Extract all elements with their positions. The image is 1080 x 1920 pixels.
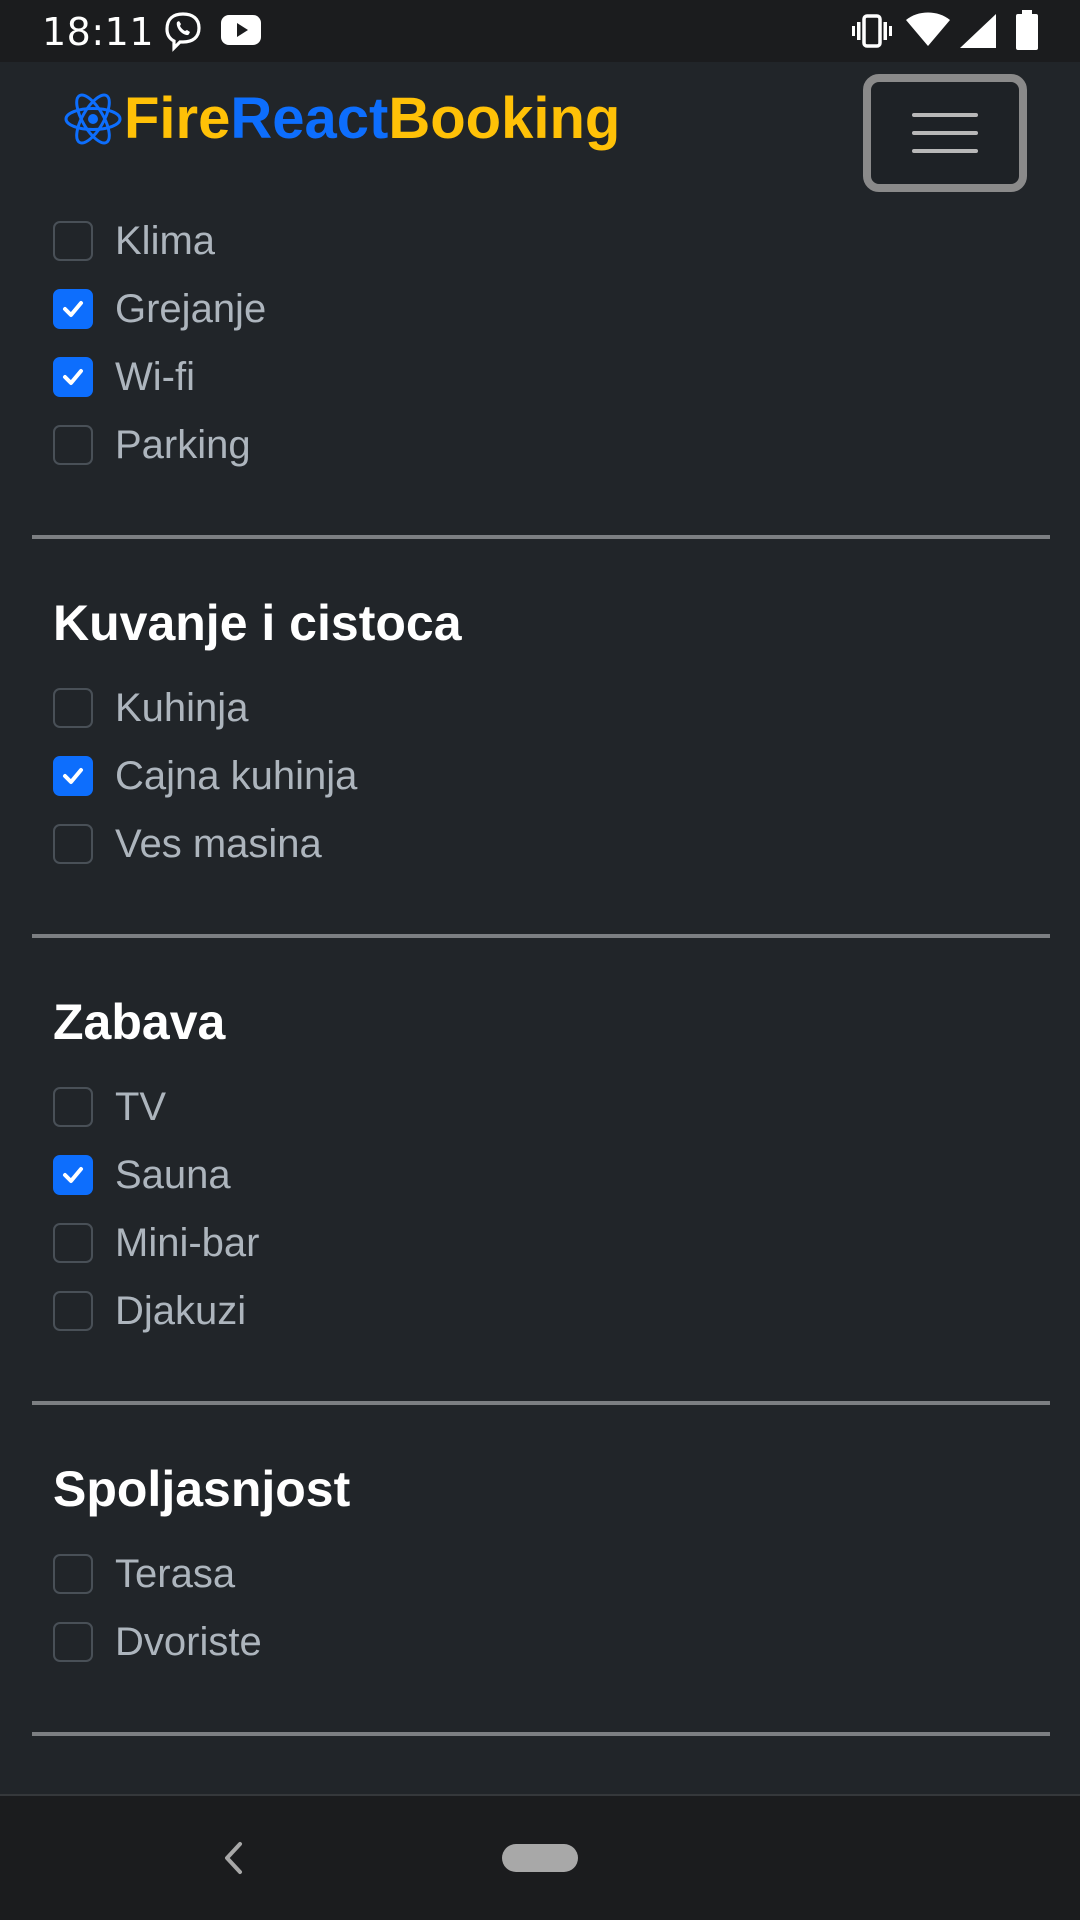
- app-header: FireReactBooking: [0, 62, 1080, 202]
- checkbox-label: Klima: [115, 218, 216, 263]
- section-divider: [32, 934, 1050, 938]
- checkbox-item-tv[interactable]: TV: [53, 1085, 166, 1129]
- checkbox-item-sauna[interactable]: Sauna: [53, 1153, 231, 1197]
- section-divider: [32, 1401, 1050, 1405]
- checkbox-label: Djakuzi: [115, 1288, 247, 1333]
- checkbox[interactable]: [53, 1087, 93, 1127]
- checkbox-item-klima[interactable]: Klima: [53, 219, 215, 263]
- checkbox-label: Ves masina: [115, 821, 322, 866]
- battery-icon: [1016, 10, 1038, 50]
- checkbox[interactable]: [53, 1223, 93, 1263]
- hamburger-menu-icon-bar: [912, 113, 978, 117]
- checkbox[interactable]: [53, 289, 93, 329]
- youtube-icon: [221, 15, 261, 45]
- checkbox[interactable]: [53, 425, 93, 465]
- signal-icon: [960, 14, 996, 48]
- checkbox[interactable]: [53, 357, 93, 397]
- viber-icon: [165, 12, 201, 52]
- checkbox-item-kuhinja[interactable]: Kuhinja: [53, 686, 248, 730]
- checkbox-item-djakuzi[interactable]: Djakuzi: [53, 1289, 246, 1333]
- home-pill-icon[interactable]: [502, 1844, 578, 1872]
- checkbox-item-grejanje[interactable]: Grejanje: [53, 287, 266, 331]
- section-title-zabava: Zabava: [53, 994, 226, 1050]
- checkbox-label: Wi-fi: [115, 354, 195, 399]
- checkbox-label: Parking: [115, 422, 251, 467]
- vibrate-icon: [852, 14, 892, 48]
- app-screen: 18:11 FireReactBooking Klima Grejanje Wi…: [0, 0, 1080, 1920]
- checkbox-label: TV: [115, 1084, 167, 1129]
- back-chevron-icon[interactable]: [218, 1838, 248, 1878]
- checkbox[interactable]: [53, 1155, 93, 1195]
- checkbox[interactable]: [53, 1554, 93, 1594]
- checkbox-label: Terasa: [115, 1551, 236, 1596]
- checkbox-item-dvoriste[interactable]: Dvoriste: [53, 1620, 262, 1664]
- checkbox-item-wifi[interactable]: Wi-fi: [53, 355, 195, 399]
- hamburger-menu-icon-bar: [912, 131, 978, 135]
- checkmark-icon: [63, 369, 83, 385]
- checkbox[interactable]: [53, 756, 93, 796]
- checkbox-item-parking[interactable]: Parking: [53, 423, 251, 467]
- brand-name-react: React: [230, 86, 389, 151]
- checkmark-icon: [63, 768, 83, 784]
- checkbox-label: Mini-bar: [115, 1220, 260, 1265]
- menu-toggle-button[interactable]: [863, 74, 1027, 192]
- checkbox-item-ves-masina[interactable]: Ves masina: [53, 822, 322, 866]
- checkbox[interactable]: [53, 1291, 93, 1331]
- react-atom-icon: [64, 93, 122, 145]
- checkbox-item-terasa[interactable]: Terasa: [53, 1552, 235, 1596]
- hamburger-menu-icon-bar: [912, 149, 978, 153]
- section-divider: [32, 1732, 1050, 1736]
- checkmark-icon: [63, 301, 83, 317]
- status-time: 18:11: [42, 10, 155, 54]
- checkbox[interactable]: [53, 221, 93, 261]
- system-nav-bar: [0, 1794, 1080, 1920]
- checkbox-label: Grejanje: [115, 286, 267, 331]
- checkbox-item-mini-bar[interactable]: Mini-bar: [53, 1221, 259, 1265]
- status-bar: 18:11: [0, 0, 1080, 62]
- checkbox-label: Sauna: [115, 1152, 231, 1197]
- checkmark-icon: [63, 1167, 83, 1183]
- checkbox-label: Kuhinja: [115, 685, 249, 730]
- brand-name: FireReactBooking: [124, 90, 620, 148]
- wifi-icon: [906, 12, 950, 46]
- brand-name-fire: Fire: [124, 86, 231, 151]
- checkbox[interactable]: [53, 688, 93, 728]
- checkbox-label: Cajna kuhinja: [115, 753, 358, 798]
- checkbox-label: Dvoriste: [115, 1619, 262, 1664]
- brand-name-booking: Booking: [388, 86, 621, 151]
- brand-link[interactable]: FireReactBooking: [64, 90, 620, 148]
- section-title-kuvanje: Kuvanje i cistoca: [53, 595, 462, 651]
- section-title-spoljasnjost: Spoljasnjost: [53, 1461, 351, 1517]
- section-divider: [32, 535, 1050, 539]
- checkbox-item-cajna-kuhinja[interactable]: Cajna kuhinja: [53, 754, 357, 798]
- checkbox[interactable]: [53, 1622, 93, 1662]
- checkbox[interactable]: [53, 824, 93, 864]
